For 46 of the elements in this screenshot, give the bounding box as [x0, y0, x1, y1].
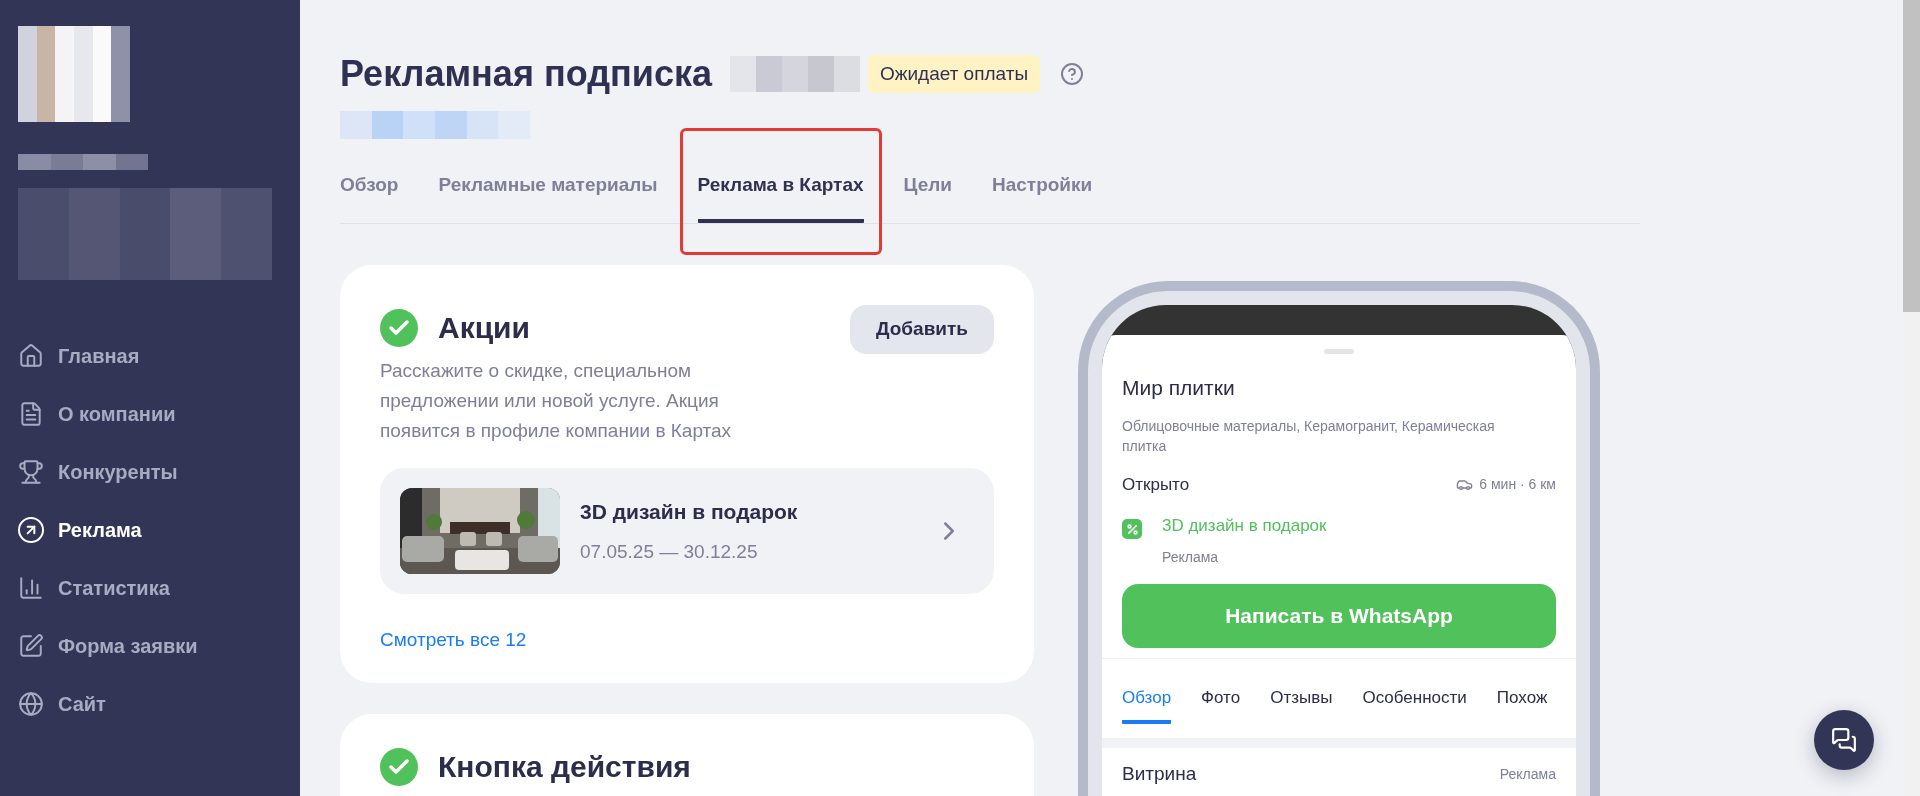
- page-title: Рекламная подписка: [340, 52, 712, 96]
- phone-tab[interactable]: Фото: [1201, 684, 1241, 724]
- see-all-link[interactable]: Смотреть все 12: [380, 626, 994, 655]
- home-icon: [18, 343, 44, 369]
- company-categories: Облицовочные материалы, Керамогранит, Керамическая плитка: [1122, 416, 1496, 456]
- chat-icon: [1831, 727, 1857, 753]
- sidebar-item[interactable]: О компании: [18, 397, 282, 431]
- scrollbar[interactable]: [1903, 0, 1920, 796]
- help-icon[interactable]: [1060, 62, 1085, 86]
- phone-tab[interactable]: Отзывы: [1270, 684, 1333, 724]
- ad-label: Реклама: [1162, 547, 1220, 567]
- trophy-icon: [18, 459, 44, 485]
- route-info: 6 мин · 6 км: [1479, 474, 1556, 494]
- tab[interactable]: Реклама в Картах: [697, 173, 864, 223]
- sidebar-item[interactable]: Реклама: [18, 513, 282, 547]
- card-title: Кнопка действия: [438, 749, 691, 784]
- add-button[interactable]: Добавить: [849, 305, 994, 354]
- ad-label: Реклама: [1499, 764, 1556, 784]
- phone-tab[interactable]: Обзор: [1122, 684, 1172, 724]
- status-badge: Ожидает оплаты: [867, 54, 1041, 94]
- globe-icon: [18, 691, 44, 717]
- sidebar-item[interactable]: Статистика: [18, 571, 282, 605]
- discount-icon: [1122, 519, 1142, 539]
- sidebar-item[interactable]: Сайт: [18, 687, 282, 721]
- card-title: Акции: [438, 310, 530, 346]
- company-name: Мир плитки: [1122, 375, 1236, 401]
- chart-icon: [18, 575, 44, 601]
- tab[interactable]: Обзор: [340, 173, 399, 223]
- drag-handle: [1324, 349, 1354, 354]
- sidebar-item[interactable]: Главная: [18, 339, 282, 373]
- sidebar-item[interactable]: Конкуренты: [18, 455, 282, 489]
- chat-button[interactable]: [1814, 710, 1874, 770]
- promo-title: 3D дизайн в подарок: [580, 499, 799, 525]
- tab[interactable]: Настройки: [992, 173, 1093, 223]
- tab[interactable]: Рекламные материалы: [438, 173, 658, 223]
- sidebar-item[interactable]: Форма заявки: [18, 629, 282, 663]
- section-title: Витрина: [1122, 762, 1197, 786]
- document-icon: [18, 401, 44, 427]
- phone-tab[interactable]: Похож: [1496, 684, 1548, 724]
- phone-tab[interactable]: Особенности: [1362, 684, 1467, 724]
- open-status: Открыто: [1122, 473, 1190, 496]
- promo-dates: 07.05.25 — 30.12.25: [580, 539, 759, 564]
- edit-icon: [18, 633, 44, 659]
- card-description: Расскажите о скидке, специальном предложении или новой услуге. Акция появится в профиле компании в Картах: [380, 359, 733, 443]
- promo-item[interactable]: 3D дизайн в подарок 07.05.25 — 30.12.25: [380, 468, 994, 594]
- tab[interactable]: Цели: [903, 173, 952, 223]
